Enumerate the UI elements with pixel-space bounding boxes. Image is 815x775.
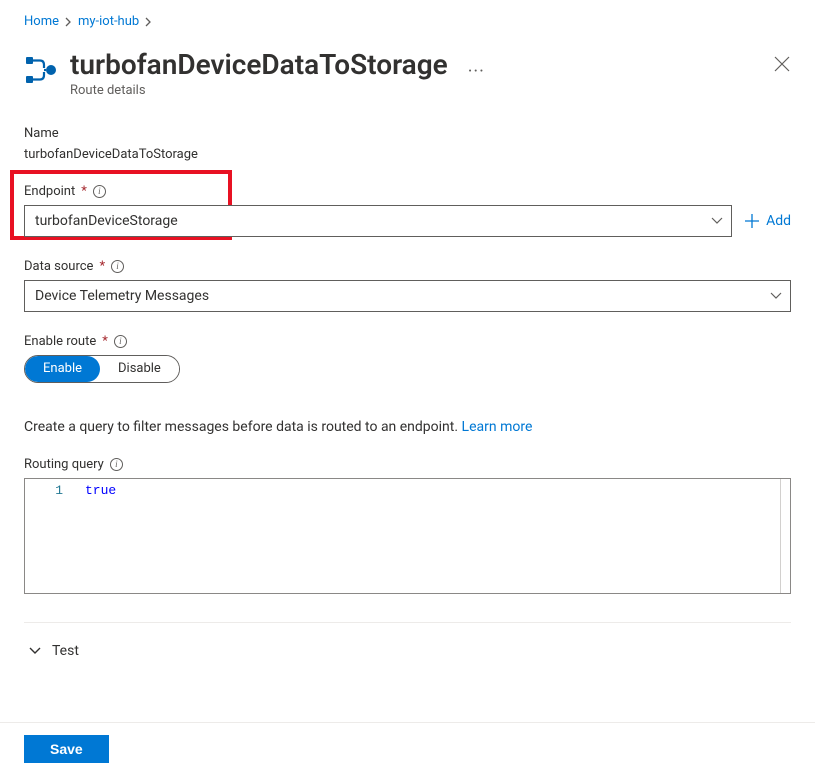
more-button[interactable]: ··· — [468, 61, 485, 82]
chevron-right-icon — [145, 17, 152, 27]
route-icon — [24, 53, 58, 87]
page-subtitle: Route details — [70, 83, 448, 98]
page-title: turbofanDeviceDataToStorage — [70, 49, 448, 81]
endpoint-field: Endpoint * i turbofanDeviceStorage Add — [24, 184, 791, 237]
name-value: turbofanDeviceDataToStorage — [24, 147, 791, 162]
info-icon[interactable]: i — [114, 335, 127, 348]
breadcrumb: Home my-iot-hub — [24, 14, 791, 29]
separator — [24, 622, 791, 623]
test-expander[interactable]: Test — [24, 639, 791, 679]
data-source-label: Data source — [24, 259, 93, 274]
chevron-down-icon — [28, 644, 42, 658]
data-source-select-value: Device Telemetry Messages — [35, 288, 209, 304]
data-source-select[interactable]: Device Telemetry Messages — [24, 280, 791, 312]
breadcrumb-hub[interactable]: my-iot-hub — [78, 14, 139, 29]
footer: Save — [0, 722, 815, 775]
routing-query-label: Routing query — [24, 457, 104, 472]
toggle-enable[interactable]: Enable — [25, 356, 100, 382]
endpoint-label: Endpoint — [24, 184, 75, 199]
chevron-right-icon — [65, 17, 72, 27]
toggle-disable[interactable]: Disable — [100, 356, 179, 382]
enable-route-label: Enable route — [24, 334, 96, 349]
name-label: Name — [24, 126, 59, 141]
test-label: Test — [52, 643, 79, 659]
plus-icon — [744, 213, 760, 229]
page-header: turbofanDeviceDataToStorage Route detail… — [24, 49, 791, 98]
routing-query-field: Routing query i 1 true — [24, 457, 791, 594]
info-icon[interactable]: i — [110, 458, 123, 471]
editor-line-number: 1 — [25, 479, 77, 593]
query-description: Create a query to filter messages before… — [24, 419, 791, 435]
query-desc-text: Create a query to filter messages before… — [24, 419, 462, 435]
data-source-field: Data source * i Device Telemetry Message… — [24, 259, 791, 312]
endpoint-select-value: turbofanDeviceStorage — [35, 213, 178, 229]
required-indicator: * — [81, 184, 87, 199]
add-endpoint-button[interactable]: Add — [744, 213, 791, 229]
breadcrumb-home[interactable]: Home — [24, 14, 59, 29]
info-icon[interactable]: i — [93, 185, 106, 198]
editor-code: true — [77, 479, 780, 593]
chevron-down-icon — [711, 217, 723, 225]
save-button[interactable]: Save — [24, 735, 109, 763]
info-icon[interactable]: i — [111, 260, 124, 273]
routing-query-editor[interactable]: 1 true — [24, 478, 791, 594]
add-label: Add — [766, 213, 791, 229]
editor-right-gutter — [780, 479, 790, 593]
required-indicator: * — [99, 259, 105, 274]
learn-more-link[interactable]: Learn more — [462, 419, 533, 435]
name-field: Name turbofanDeviceDataToStorage — [24, 126, 791, 162]
enable-route-toggle: Enable Disable — [24, 355, 180, 383]
endpoint-select[interactable]: turbofanDeviceStorage — [24, 205, 732, 237]
chevron-down-icon — [770, 292, 782, 300]
enable-route-field: Enable route * i Enable Disable — [24, 334, 791, 383]
close-button[interactable] — [773, 55, 791, 73]
required-indicator: * — [102, 334, 108, 349]
